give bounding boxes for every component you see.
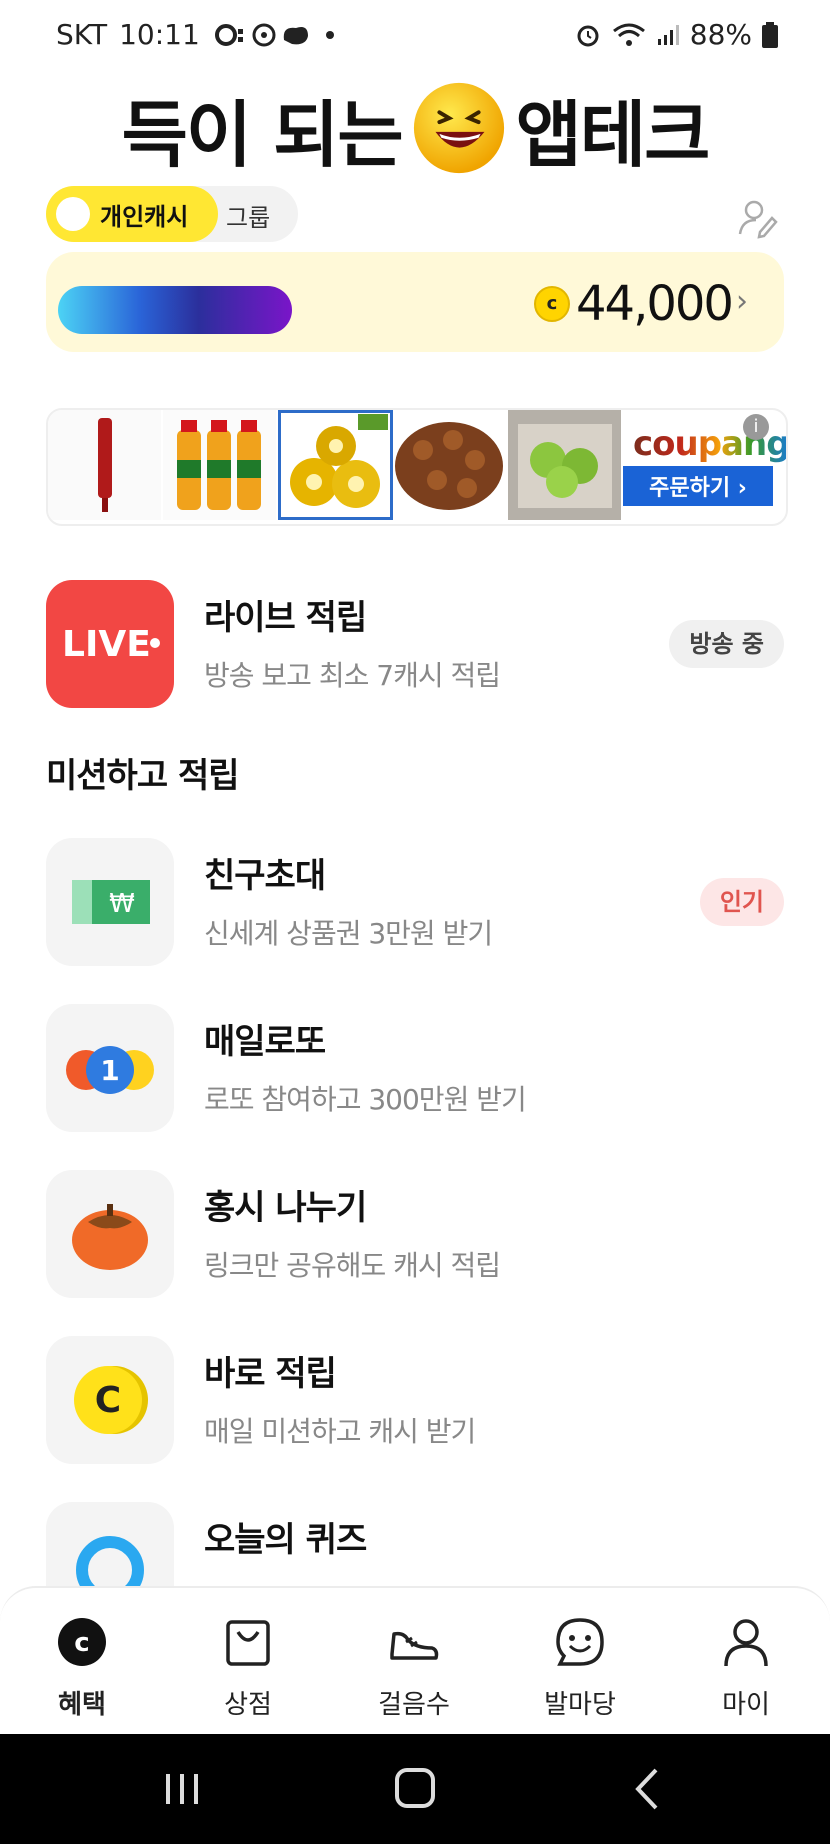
live-icon-text: LIVE — [62, 624, 151, 665]
coin-icon: C — [46, 1336, 174, 1464]
mission-friend-invite[interactable]: ₩ 친구초대 신세계 상품권 3만원 받기 인기 — [46, 838, 784, 968]
ad-product-kiwi[interactable] — [278, 410, 393, 520]
sneaker-icon — [390, 1631, 439, 1660]
toggle-personal-label: 개인캐시 — [100, 202, 189, 231]
wifi-icon — [612, 23, 645, 46]
mission-title: 매일로또 — [204, 1022, 326, 1062]
mission-persimmon-share[interactable]: 홍시 나누기 링크만 공유해도 캐시 적립 — [46, 1170, 784, 1300]
svg-text:₩: ₩ — [109, 889, 135, 919]
nav-store[interactable]: 상점 — [188, 1614, 308, 1721]
live-desc: 방송 보고 최소 7캐시 적립 — [204, 659, 501, 692]
masked-username-bar — [58, 286, 292, 334]
cosmetic-tube-image — [48, 410, 161, 520]
ad-product-cosmetic[interactable] — [48, 410, 163, 520]
status-bar: SKT 10:11 88% — [0, 0, 830, 76]
ad-coupang-order[interactable]: coupang i 주문하기 › — [623, 410, 786, 520]
mission-desc: 링크만 공유해도 캐시 적립 — [204, 1249, 501, 1282]
svg-text:c: c — [74, 1628, 89, 1658]
mission-title: 오늘의 퀴즈 — [204, 1520, 367, 1560]
grapes-box-image — [508, 410, 621, 520]
nav-community[interactable]: 발마당 — [520, 1614, 640, 1721]
cash-coin-icon: c — [534, 286, 570, 322]
on-air-badge: 방송 중 — [669, 620, 784, 668]
profile-edit-icon[interactable] — [736, 196, 780, 240]
promo-headline: 득이 되는 앱테크 — [0, 78, 830, 178]
mission-title: 홍시 나누기 — [204, 1188, 367, 1228]
nav-benefits[interactable]: c 혜택 — [22, 1614, 142, 1721]
battery-icon — [762, 21, 778, 48]
ad-product-grapes[interactable] — [508, 410, 623, 520]
mission-desc: 로또 참여하고 300만원 받기 — [204, 1083, 527, 1116]
popular-badge: 인기 — [699, 878, 784, 926]
live-reward-item[interactable]: LIVE 라이브 적립 방송 보고 최소 7캐시 적립 방송 중 — [46, 580, 784, 710]
ad-info-icon[interactable]: i — [743, 414, 769, 440]
nav-label: 상점 — [224, 1690, 272, 1720]
order-button[interactable]: 주문하기 › — [623, 466, 773, 506]
alarm-icon — [577, 25, 599, 46]
live-icon: LIVE — [46, 580, 174, 708]
laughing-face-icon — [413, 82, 504, 174]
headline-right: 앱테크 — [515, 92, 711, 177]
nav-my[interactable]: 마이 — [686, 1614, 806, 1721]
voucher-icon: ₩ — [46, 838, 174, 966]
shopping-bag-icon — [226, 1620, 270, 1666]
back-icon[interactable] — [618, 1762, 678, 1816]
fried-food-image — [393, 410, 506, 520]
signal-icon — [657, 24, 679, 45]
gold-kiwi-image — [278, 410, 391, 520]
benefit-coin-icon: c — [58, 1618, 106, 1666]
toggle-knob — [56, 197, 90, 231]
battery-level: 88% — [689, 18, 752, 51]
carrier-label: SKT — [56, 18, 108, 51]
chat-smile-icon — [556, 1618, 604, 1666]
headline-left: 득이 되는 — [121, 92, 404, 177]
nav-steps[interactable]: 걸음수 — [354, 1614, 474, 1721]
recent-apps-icon[interactable] — [152, 1762, 212, 1816]
nav-label: 혜택 — [58, 1690, 106, 1720]
nav-label: 걸음수 — [378, 1690, 450, 1720]
svg-text:1: 1 — [100, 1054, 119, 1087]
notification-icons — [214, 23, 334, 46]
person-icon — [724, 1619, 768, 1667]
mission-desc: 신세계 상품권 3만원 받기 — [204, 917, 493, 950]
cash-balance-card[interactable]: c 44,000 › — [46, 252, 784, 352]
svg-text:C: C — [95, 1380, 121, 1421]
cash-type-toggle[interactable]: 개인캐시 그룹 — [46, 186, 298, 242]
nav-label: 마이 — [722, 1690, 770, 1720]
missions-section-title: 미션하고 적립 — [46, 756, 240, 796]
ad-product-food[interactable] — [393, 410, 508, 520]
lotto-icon: 1 — [46, 1004, 174, 1132]
toggle-group[interactable]: 그룹 — [226, 198, 270, 233]
mission-desc: 매일 미션하고 캐시 받기 — [204, 1415, 476, 1448]
live-title: 라이브 적립 — [204, 598, 367, 638]
chevron-right-icon: › — [736, 284, 748, 319]
mission-instant-earn[interactable]: C 바로 적립 매일 미션하고 캐시 받기 — [46, 1336, 784, 1466]
live-dot — [150, 638, 160, 648]
cash-amount: 44,000 — [576, 276, 734, 332]
ad-carousel[interactable]: coupang i 주문하기 › — [46, 408, 788, 526]
nav-label: 발마당 — [544, 1690, 616, 1720]
clock: 10:11 — [119, 18, 200, 51]
ad-product-drink[interactable] — [163, 410, 278, 520]
mission-title: 친구초대 — [204, 856, 326, 896]
bottom-navigation: c 혜택 상점 걸음수 발마당 마이 — [0, 1586, 830, 1736]
mission-title: 바로 적립 — [204, 1354, 337, 1394]
system-navigation-bar — [0, 1734, 830, 1844]
drink-bottles-image — [163, 410, 276, 520]
persimmon-icon — [46, 1170, 174, 1298]
toggle-personal-cash[interactable]: 개인캐시 — [46, 186, 218, 242]
home-icon[interactable] — [385, 1762, 445, 1816]
mission-daily-lotto[interactable]: 1 매일로또 로또 참여하고 300만원 받기 — [46, 1004, 784, 1134]
